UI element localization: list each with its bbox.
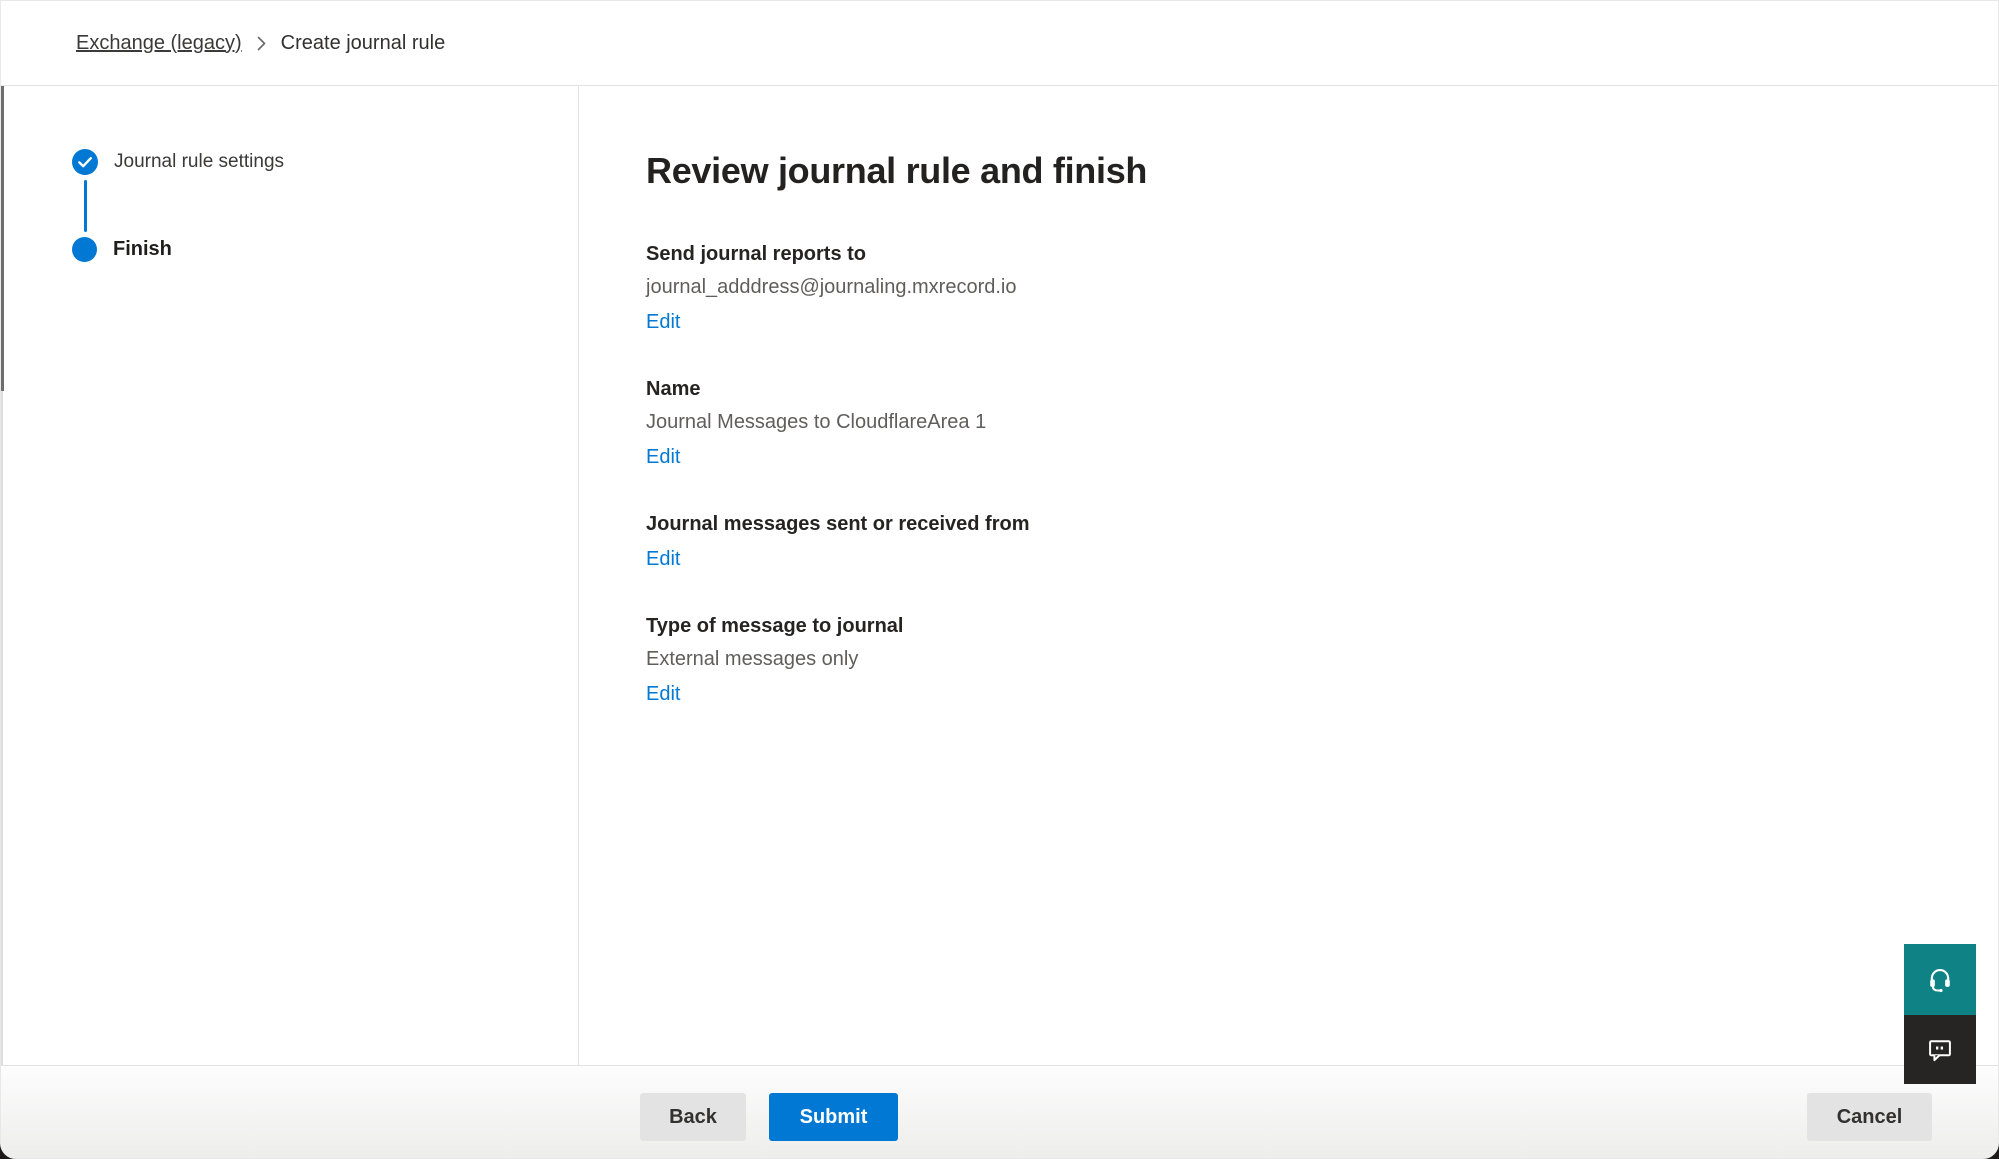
breadcrumb-current-page: Create journal rule: [281, 32, 446, 55]
section-value: External messages only: [646, 646, 1958, 673]
left-edge-artifact-light: [1, 391, 3, 1065]
section-name: Name Journal Messages to CloudflareArea …: [646, 376, 1958, 471]
headset-icon: [1926, 966, 1954, 994]
section-send-journal-reports-to: Send journal reports to journal_adddress…: [646, 241, 1958, 336]
section-type-of-message: Type of message to journal External mess…: [646, 613, 1958, 708]
filled-dot-icon: [72, 237, 97, 262]
floating-helper-buttons: [1904, 944, 1976, 1084]
section-label: Journal messages sent or received from: [646, 511, 1958, 538]
header-bar: Exchange (legacy) Create journal rule: [1, 1, 1998, 86]
section-journal-messages-sent-or-received: Journal messages sent or received from E…: [646, 511, 1958, 573]
left-edge-artifact-dark: [1, 86, 4, 391]
breadcrumb: Exchange (legacy) Create journal rule: [76, 32, 445, 55]
section-label: Send journal reports to: [646, 241, 1958, 268]
step-label-finish: Finish: [113, 238, 172, 261]
section-value: journal_adddress@journaling.mxrecord.io: [646, 274, 1958, 301]
check-circle-icon: [72, 149, 98, 175]
back-button[interactable]: Back: [640, 1093, 746, 1141]
page-title: Review journal rule and finish: [646, 149, 1958, 193]
edit-journal-messages-link[interactable]: Edit: [646, 546, 680, 573]
breadcrumb-link-exchange-legacy[interactable]: Exchange (legacy): [76, 32, 242, 55]
submit-button[interactable]: Submit: [769, 1093, 898, 1141]
chat-feedback-icon: [1926, 1036, 1954, 1064]
create-journal-rule-wizard-window: Exchange (legacy) Create journal rule Jo…: [0, 0, 1999, 1159]
wizard-steps-sidebar: Journal rule settings Finish: [1, 86, 579, 1065]
edit-send-journal-reports-link[interactable]: Edit: [646, 309, 680, 336]
section-label: Name: [646, 376, 1958, 403]
step-finish[interactable]: Finish: [72, 237, 578, 262]
review-content: Review journal rule and finish Send jour…: [579, 86, 1998, 1065]
section-value: Journal Messages to CloudflareArea 1: [646, 409, 1958, 436]
step-connector-line: [84, 180, 87, 232]
chevron-right-icon: [257, 36, 266, 51]
wizard-body: Journal rule settings Finish Review jour…: [1, 86, 1998, 1065]
section-label: Type of message to journal: [646, 613, 1958, 640]
edit-type-of-message-link[interactable]: Edit: [646, 681, 680, 708]
step-label-journal-rule-settings: Journal rule settings: [114, 151, 284, 173]
cancel-button[interactable]: Cancel: [1807, 1093, 1932, 1141]
step-journal-rule-settings[interactable]: Journal rule settings: [72, 149, 578, 175]
help-support-button[interactable]: [1904, 944, 1976, 1015]
wizard-footer: Back Submit Cancel: [1, 1065, 1998, 1159]
feedback-button[interactable]: [1904, 1015, 1976, 1084]
review-sections: Send journal reports to journal_adddress…: [646, 241, 1958, 708]
edit-name-link[interactable]: Edit: [646, 444, 680, 471]
